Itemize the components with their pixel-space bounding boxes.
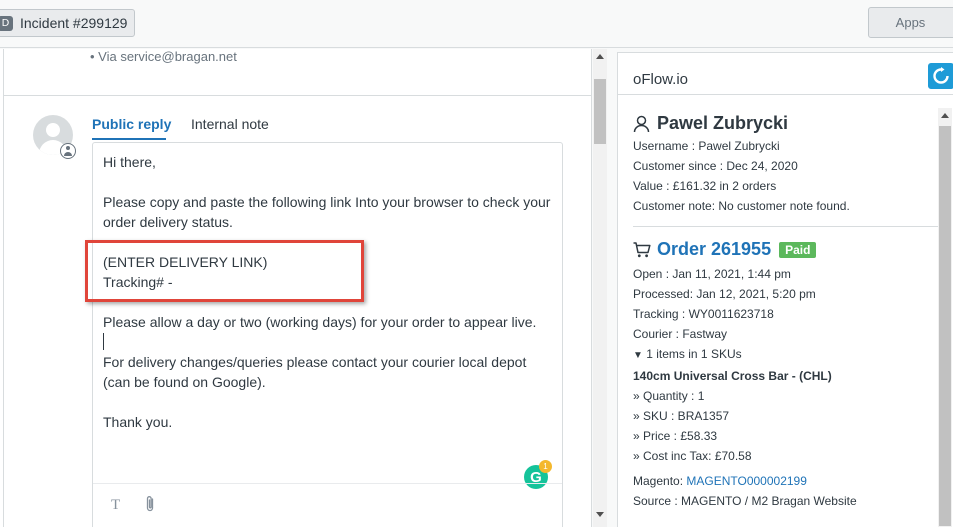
tab-public-reply[interactable]: Public reply [92, 116, 171, 139]
oflow-app-panel: oFlow.io Pawel Zubrycki Username : Pawel… [617, 52, 953, 527]
editor-line: (can be found on Google). [103, 374, 266, 390]
scroll-up-icon[interactable] [941, 113, 949, 118]
via-email-text: • Via service@bragan.net [90, 49, 237, 64]
active-tab-indicator [92, 138, 166, 140]
product-price: » Price : £58.33 [633, 429, 718, 443]
conversation-scrollbar[interactable] [593, 49, 607, 527]
editor-line: Hi there, [103, 154, 156, 170]
customer-name: Pawel Zubrycki [633, 113, 788, 134]
order-title-link[interactable]: Order 261955 [657, 239, 771, 260]
customer-name-text: Pawel Zubrycki [657, 113, 789, 133]
magento-link[interactable]: MAGENTO000002199 [686, 474, 807, 488]
top-bar: D Incident #299129 Apps [0, 0, 953, 48]
customer-since: Customer since : Dec 24, 2020 [633, 159, 798, 173]
magento-reference: Magento: MAGENTO000002199 [633, 474, 807, 488]
items-link[interactable]: 1 items in 1 SKUs [646, 347, 741, 361]
caret-down-icon: ▼ [633, 350, 643, 361]
editor-line: Please allow a day or two (working days)… [103, 314, 537, 330]
app-scrollbar[interactable] [938, 108, 952, 527]
order-tracking: Tracking : WY0011623718 [633, 307, 774, 321]
product-quantity: » Quantity : 1 [633, 389, 705, 403]
apps-button[interactable]: Apps [868, 7, 953, 38]
scroll-down-icon[interactable] [596, 512, 604, 517]
incident-tab-label: Incident #299129 [20, 15, 128, 31]
customer-note: Customer note: No customer note found. [633, 199, 850, 213]
divider [4, 95, 592, 96]
order-processed: Processed: Jan 12, 2021, 5:20 pm [633, 287, 816, 301]
user-badge-icon [60, 143, 76, 159]
editor-line: For delivery changes/queries please cont… [103, 354, 527, 370]
text-format-icon[interactable]: T [111, 497, 120, 514]
reply-editor[interactable]: Hi there, Please copy and paste the foll… [85, 142, 563, 527]
order-open: Open : Jan 11, 2021, 1:44 pm [633, 267, 791, 281]
magento-label: Magento: [633, 474, 687, 488]
text-caret [103, 333, 104, 350]
conversation-pane: • Via service@bragan.net Public reply In… [0, 49, 592, 527]
editor-toolbar-divider [93, 483, 562, 484]
order-header: Order 261955 Paid [633, 239, 817, 260]
refresh-icon[interactable] [928, 63, 953, 89]
order-courier: Courier : Fastway [633, 327, 728, 341]
annotation-highlight-box [85, 240, 364, 302]
product-sku: » SKU : BRA1357 [633, 409, 730, 423]
product-cost: » Cost inc Tax: £70.58 [633, 449, 752, 463]
cart-icon [633, 241, 651, 258]
divider [633, 226, 938, 227]
grammarly-count-badge: 1 [539, 460, 552, 473]
editor-line: Please copy and paste the following link… [103, 194, 551, 210]
scroll-up-icon[interactable] [596, 54, 604, 59]
tab-internal-note[interactable]: Internal note [191, 116, 269, 132]
app-title: oFlow.io [633, 71, 689, 88]
editor-line: order delivery status. [103, 214, 233, 230]
ticket-icon: D [0, 15, 13, 31]
customer-value: Value : £161.32 in 2 orders [633, 179, 777, 193]
items-toggle[interactable]: ▼ 1 items in 1 SKUs [633, 347, 742, 361]
pane-border [3, 49, 4, 527]
customer-username: Username : Pawel Zubrycki [633, 139, 780, 153]
incident-tab[interactable]: D Incident #299129 [0, 9, 135, 37]
user-icon [633, 115, 650, 133]
editor-line: Thank you. [103, 414, 173, 430]
app-window: D Incident #299129 Apps • Via service@br… [0, 0, 953, 527]
customer-order-panel: Pawel Zubrycki Username : Pawel Zubrycki… [633, 95, 938, 527]
order-source: Source : MAGENTO / M2 Bragan Website [633, 494, 857, 508]
scroll-thumb[interactable] [594, 79, 606, 144]
attachment-icon[interactable] [144, 495, 156, 518]
scroll-thumb[interactable] [939, 126, 951, 526]
product-name: 140cm Universal Cross Bar - (CHL) [633, 369, 832, 383]
status-badge: Paid [779, 241, 817, 258]
